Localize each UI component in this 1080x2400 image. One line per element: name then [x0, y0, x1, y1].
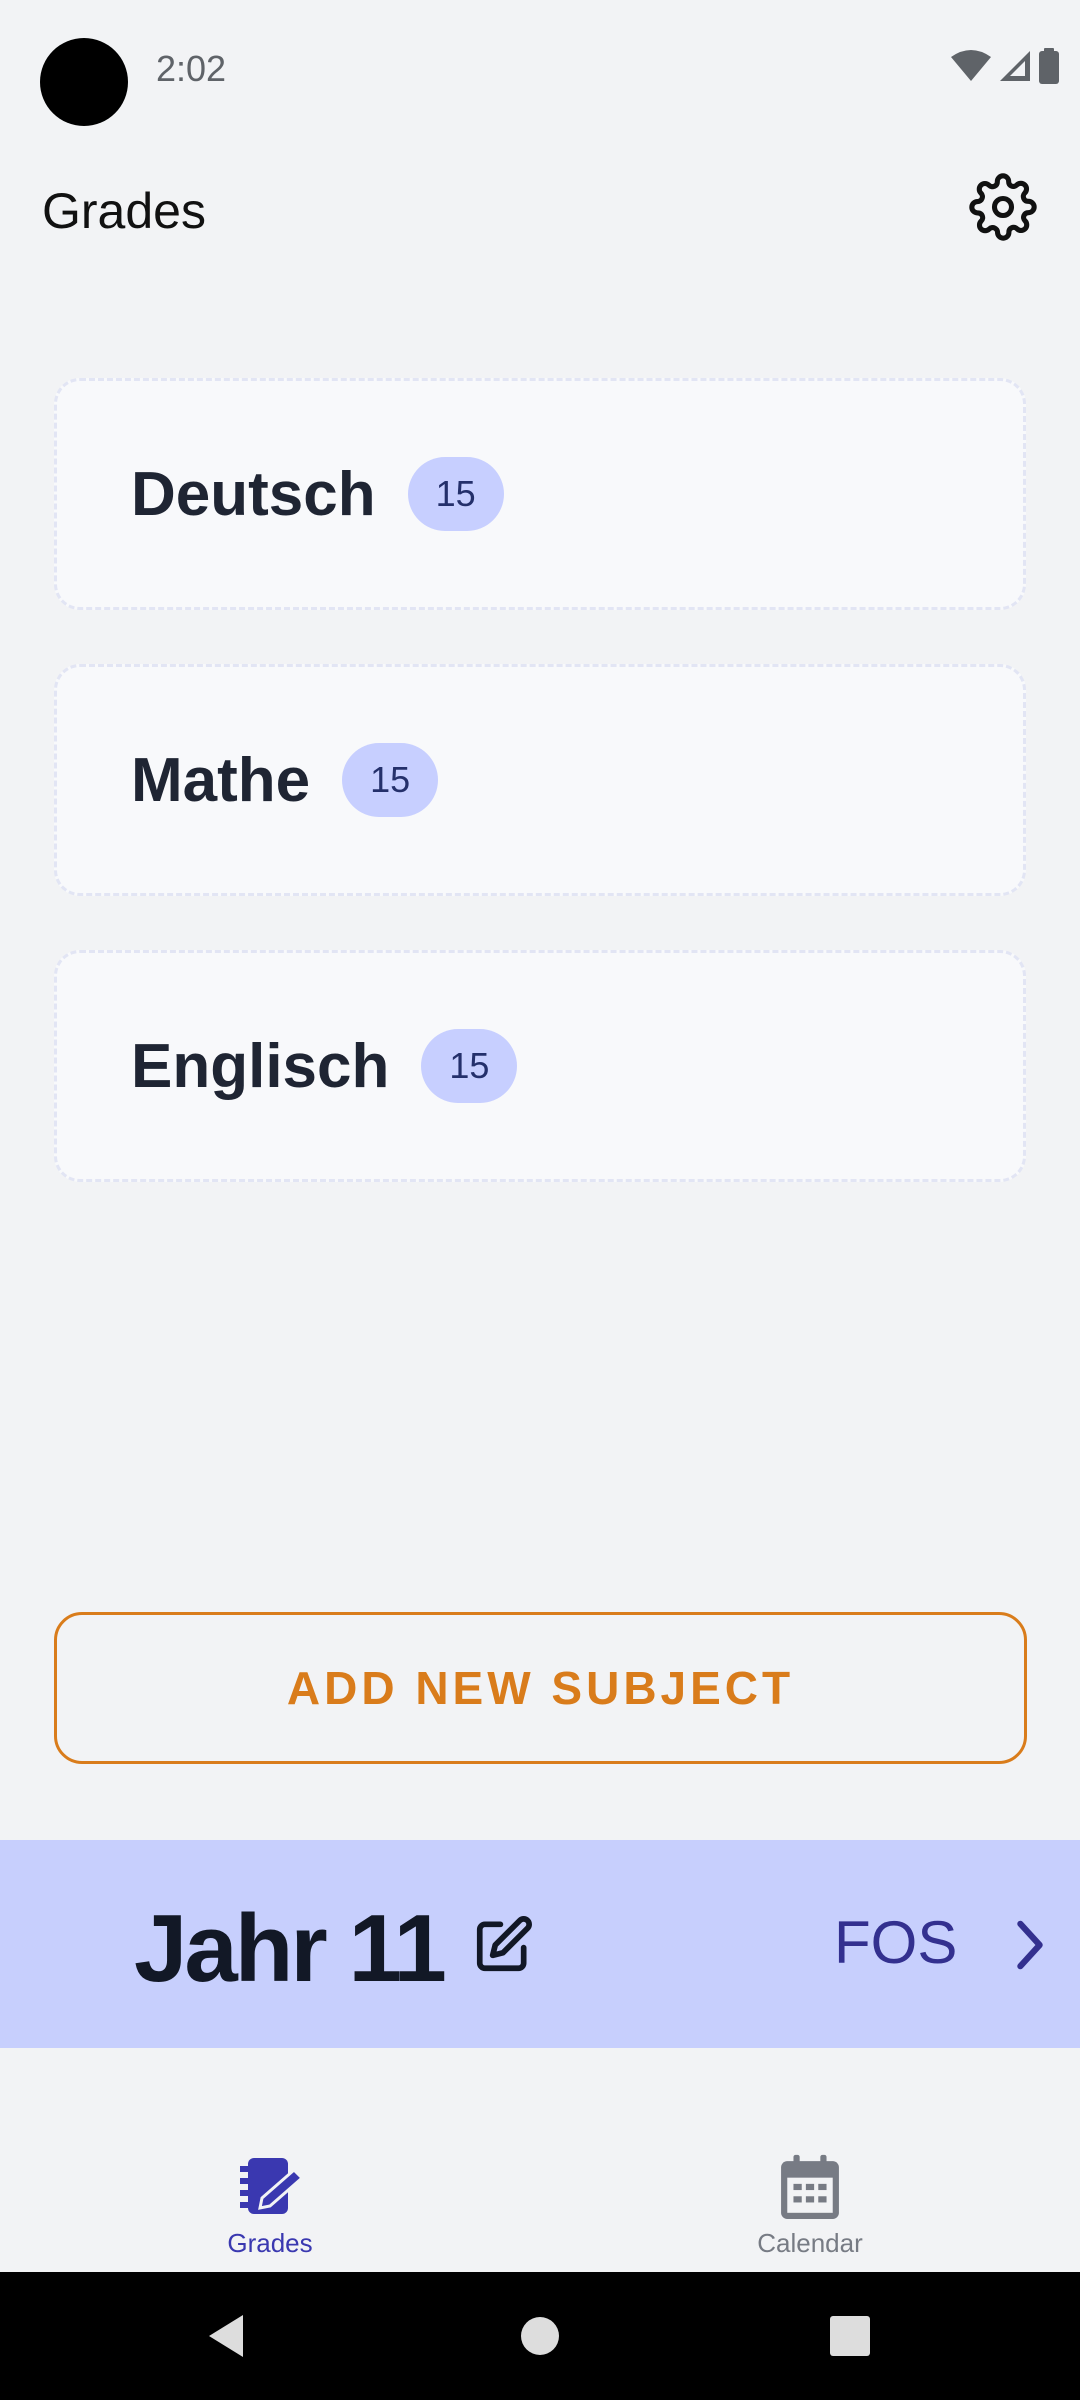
grades-screen: 2:02 Grades Deutsch 15 Mathe 15 Englisch…: [0, 0, 1080, 2400]
subject-name: Deutsch: [131, 459, 376, 529]
page-title: Grades: [42, 183, 206, 239]
subject-name: Mathe: [131, 745, 311, 815]
year-title: Jahr 11: [134, 1895, 447, 2002]
back-button[interactable]: [196, 2306, 256, 2366]
edit-icon: [476, 1916, 532, 1972]
subject-card-mathe[interactable]: Mathe 15: [54, 664, 1026, 896]
subject-grade-badge: 15: [421, 1029, 518, 1103]
status-bar: 2:02: [0, 0, 1080, 140]
bottom-navigation: Grades Calendar: [0, 2140, 1080, 2272]
app-bar: Grades: [0, 160, 1080, 260]
gear-icon: [969, 173, 1037, 241]
add-new-subject-button[interactable]: ADD NEW SUBJECT: [54, 1612, 1027, 1764]
status-icons: [950, 48, 1060, 84]
school-type-label: FOS: [834, 1909, 958, 1976]
calendar-icon: [781, 2154, 839, 2219]
recents-button[interactable]: [820, 2306, 880, 2366]
subject-name: Englisch: [131, 1031, 390, 1101]
year-banner[interactable]: Jahr 11 FOS: [0, 1840, 1080, 2048]
subject-card-englisch[interactable]: Englisch 15: [54, 950, 1026, 1182]
back-icon: [209, 2315, 243, 2357]
nav-item-grades[interactable]: Grades: [0, 2154, 540, 2272]
signal-icon: [1000, 51, 1030, 81]
system-navigation-bar: [0, 2272, 1080, 2400]
recents-icon: [830, 2316, 870, 2356]
nav-item-calendar[interactable]: Calendar: [540, 2154, 1080, 2272]
nav-label-grades: Grades: [227, 2228, 313, 2258]
subject-list: Deutsch 15 Mathe 15 Englisch 15: [54, 378, 1026, 1236]
battery-icon: [1039, 48, 1059, 84]
grades-icon: [240, 2158, 304, 2214]
edit-year-button[interactable]: [468, 1910, 538, 1980]
subject-card-deutsch[interactable]: Deutsch 15: [54, 378, 1026, 610]
wifi-icon: [951, 50, 991, 81]
camera-cutout: [40, 38, 128, 126]
subject-grade-badge: 15: [342, 743, 439, 817]
status-time: 2:02: [156, 48, 227, 89]
next-year-button[interactable]: [1000, 1910, 1060, 1980]
home-icon: [521, 2317, 559, 2355]
chevron-right-icon: [1017, 1920, 1043, 1970]
subject-grade-badge: 15: [407, 457, 504, 531]
nav-label-calendar: Calendar: [757, 2228, 863, 2258]
home-button[interactable]: [510, 2306, 570, 2366]
settings-button[interactable]: [966, 170, 1040, 244]
